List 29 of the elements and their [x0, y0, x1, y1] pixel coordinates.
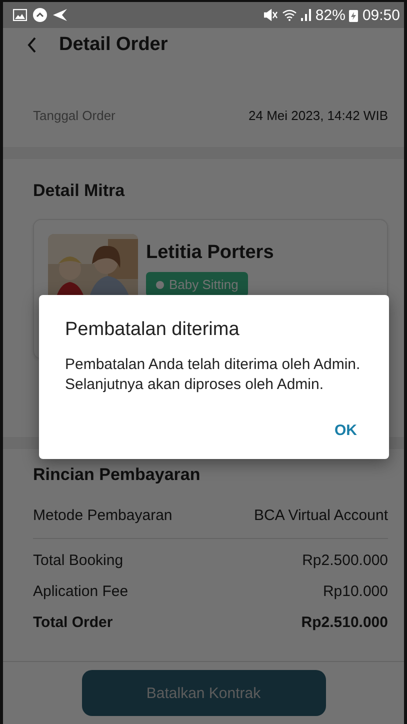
row-label: Total Order [33, 614, 113, 631]
chevron-up-icon [33, 8, 47, 22]
partner-name: Letitia Porters [146, 242, 274, 264]
page-title: Detail Order [59, 34, 168, 56]
service-tag: Baby Sitting [146, 272, 248, 297]
row-label: Total Booking [33, 552, 124, 569]
wifi-icon [282, 9, 298, 21]
row-label: Aplication Fee [33, 583, 128, 600]
cancel-contract-button[interactable]: Batalkan Kontrak [82, 670, 326, 716]
signal-icon [301, 9, 312, 21]
row-label: Metode Pembayaran [33, 507, 172, 524]
battery-percent: 82% [315, 6, 346, 24]
mute-icon [264, 9, 278, 21]
row-label: Tanggal Order [33, 108, 116, 123]
row-value: 24 Mei 2023, 14:42 WIB [248, 108, 388, 123]
back-icon[interactable] [27, 37, 37, 53]
row-value: Rp10.000 [322, 583, 388, 600]
section-heading: Detail Mitra [33, 180, 126, 202]
row-value: Rp2.510.000 [301, 614, 388, 631]
send-icon [53, 9, 67, 21]
ok-button[interactable]: OK [324, 416, 367, 445]
clock: 09:50 [362, 6, 400, 24]
section-heading: Rincian Pembayaran [33, 464, 202, 486]
gallery-icon [13, 9, 27, 21]
dialog-title: Pembatalan diterima [65, 319, 240, 341]
battery-icon [349, 8, 358, 22]
row-value: BCA Virtual Account [254, 507, 388, 524]
dot-icon [156, 280, 164, 288]
row-value: Rp2.500.000 [302, 552, 388, 569]
